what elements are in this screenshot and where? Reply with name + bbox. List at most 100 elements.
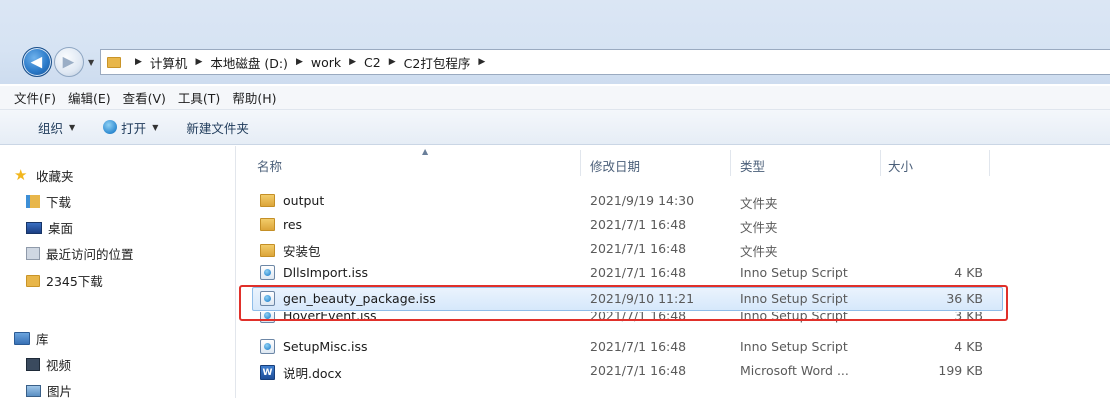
window-titlebar: ◀ ▶ ▼ ▶ 计算机 ▶ 本地磁盘 (D:) ▶ work ▶ C2 ▶ C2… (0, 0, 1110, 84)
file-name: output (283, 193, 325, 208)
nav-downloads[interactable]: 下载 (26, 192, 71, 211)
nav-2345-downloads[interactable]: 2345下载 (26, 271, 103, 290)
breadcrumb-separator-icon[interactable]: ▶ (135, 57, 142, 67)
breadcrumb-work[interactable]: work (311, 55, 341, 70)
open-label: 打开 (121, 120, 147, 136)
recent-pages-dropdown-icon[interactable]: ▼ (88, 58, 94, 67)
open-button[interactable]: 打开 ▼ (103, 118, 158, 137)
breadcrumb-separator-icon[interactable]: ▶ (349, 57, 356, 67)
breadcrumb-separator-icon[interactable]: ▶ (296, 57, 303, 67)
file-type: 文件夹 (740, 220, 778, 235)
file-name: res (283, 217, 303, 232)
new-folder-button[interactable]: 新建文件夹 (186, 118, 249, 137)
file-row[interactable]: W 说明.docx 2021/7/1 16:48 Microsoft Word … (237, 359, 1110, 383)
breadcrumb-separator-icon[interactable]: ▶ (478, 57, 485, 67)
nav-desktop[interactable]: 桌面 (26, 218, 73, 237)
file-row-selected[interactable]: gen_beauty_package.iss 2021/9/10 11:21 I… (237, 287, 1110, 311)
chevron-down-icon: ▼ (152, 122, 159, 132)
breadcrumb-separator-icon[interactable]: ▶ (195, 57, 202, 67)
file-date: 2021/7/1 16:48 (590, 265, 687, 280)
video-icon (26, 358, 40, 371)
downloads-folder-icon (26, 195, 40, 208)
forward-button[interactable]: ▶ (54, 47, 84, 77)
breadcrumb-separator-icon[interactable]: ▶ (389, 57, 396, 67)
file-name: HoverEvent.iss (283, 312, 377, 323)
nav-recent-places[interactable]: 最近访问的位置 (26, 244, 134, 263)
inno-script-icon (260, 265, 275, 280)
file-row[interactable]: 安装包 2021/7/1 16:48 文件夹 (237, 237, 1110, 261)
file-date: 2021/9/10 11:21 (590, 291, 695, 306)
forward-arrow-icon: ▶ (62, 52, 75, 71)
file-name-cell: SetupMisc.iss (260, 339, 368, 354)
file-date: 2021/7/1 16:48 (590, 312, 687, 323)
file-name: SetupMisc.iss (283, 339, 368, 354)
file-date: 2021/7/1 16:48 (590, 241, 687, 256)
nav-favorites[interactable]: ★ 收藏夹 (14, 166, 74, 185)
menu-view[interactable]: 查看(V) (123, 88, 166, 107)
nav-recent-label: 最近访问的位置 (46, 247, 134, 262)
breadcrumb-c2[interactable]: C2 (364, 55, 381, 70)
column-divider[interactable] (880, 150, 881, 176)
file-row[interactable]: res 2021/7/1 16:48 文件夹 (237, 213, 1110, 237)
column-header-size[interactable]: 大小 (888, 156, 913, 175)
nav-downloads-label: 下载 (46, 195, 72, 210)
file-row[interactable]: output 2021/9/19 14:30 文件夹 (237, 189, 1110, 213)
organize-label: 组织 (38, 120, 64, 136)
menu-help[interactable]: 帮助(H) (232, 88, 276, 107)
file-size: 3 KB (954, 312, 983, 323)
column-header-type[interactable]: 类型 (740, 156, 765, 175)
breadcrumb-c2-package[interactable]: C2打包程序 (404, 53, 471, 72)
nav-videos[interactable]: 视频 (26, 355, 71, 374)
file-date: 2021/9/19 14:30 (590, 193, 695, 208)
nav-libraries-label: 库 (36, 332, 49, 347)
file-size: 199 KB (938, 363, 983, 378)
back-arrow-icon: ◀ (30, 52, 43, 71)
column-divider[interactable] (989, 150, 990, 176)
inno-script-icon (260, 312, 275, 323)
file-size: 36 KB (946, 291, 983, 306)
file-name-cell: 安装包 (260, 241, 321, 260)
recent-places-icon (26, 247, 40, 260)
column-header-name[interactable]: 名称 (257, 156, 282, 175)
nav-videos-label: 视频 (46, 358, 72, 373)
column-divider[interactable] (730, 150, 731, 176)
file-name: gen_beauty_package.iss (283, 291, 436, 306)
file-row[interactable]: DllsImport.iss 2021/7/1 16:48 Inno Setup… (237, 261, 1110, 285)
file-row[interactable]: HoverEvent.iss 2021/7/1 16:48 Inno Setup… (237, 312, 1110, 336)
chevron-down-icon: ▼ (69, 122, 76, 132)
file-type: Inno Setup Script (740, 265, 848, 280)
address-bar[interactable]: ▶ 计算机 ▶ 本地磁盘 (D:) ▶ work ▶ C2 ▶ C2打包程序 ▶ (100, 49, 1110, 75)
file-date: 2021/7/1 16:48 (590, 217, 687, 232)
navigation-pane: ★ 收藏夹 下载 桌面 最近访问的位置 2345下载 库 视频 图片 (0, 146, 236, 398)
nav-libraries[interactable]: 库 (14, 329, 49, 348)
menu-file[interactable]: 文件(F) (14, 88, 56, 107)
nav-favorites-label: 收藏夹 (36, 169, 74, 184)
menu-tools[interactable]: 工具(T) (178, 88, 220, 107)
file-size: 4 KB (954, 339, 983, 354)
breadcrumb-drive-d[interactable]: 本地磁盘 (D:) (210, 53, 288, 72)
column-header-date[interactable]: 修改日期 (590, 156, 640, 175)
command-toolbar: 组织 ▼ 打开 ▼ 新建文件夹 (0, 110, 1110, 145)
file-name-cell: W 说明.docx (260, 363, 342, 382)
folder-icon (260, 244, 275, 257)
file-type: Inno Setup Script (740, 291, 848, 306)
organize-button[interactable]: 组织 ▼ (38, 118, 75, 137)
folder-icon (107, 56, 121, 68)
star-icon: ★ (14, 166, 28, 184)
library-icon (14, 332, 30, 345)
column-divider[interactable] (580, 150, 581, 176)
folder-icon (26, 274, 40, 287)
file-name-cell: res (260, 217, 302, 232)
file-name-cell: HoverEvent.iss (260, 312, 377, 323)
file-list: ▲ 名称 修改日期 类型 大小 output 2021/9/19 14:30 文… (237, 146, 1110, 398)
breadcrumb-computer[interactable]: 计算机 (150, 53, 188, 72)
file-date: 2021/7/1 16:48 (590, 363, 687, 378)
folder-icon (260, 194, 275, 207)
file-name: DllsImport.iss (283, 265, 369, 280)
file-type: 文件夹 (740, 196, 778, 211)
nav-pictures[interactable]: 图片 (26, 381, 72, 398)
back-button[interactable]: ◀ (22, 47, 52, 77)
file-row[interactable]: SetupMisc.iss 2021/7/1 16:48 Inno Setup … (237, 335, 1110, 359)
menu-bar: 文件(F) 编辑(E) 查看(V) 工具(T) 帮助(H) (0, 86, 1110, 110)
menu-edit[interactable]: 编辑(E) (68, 88, 111, 107)
